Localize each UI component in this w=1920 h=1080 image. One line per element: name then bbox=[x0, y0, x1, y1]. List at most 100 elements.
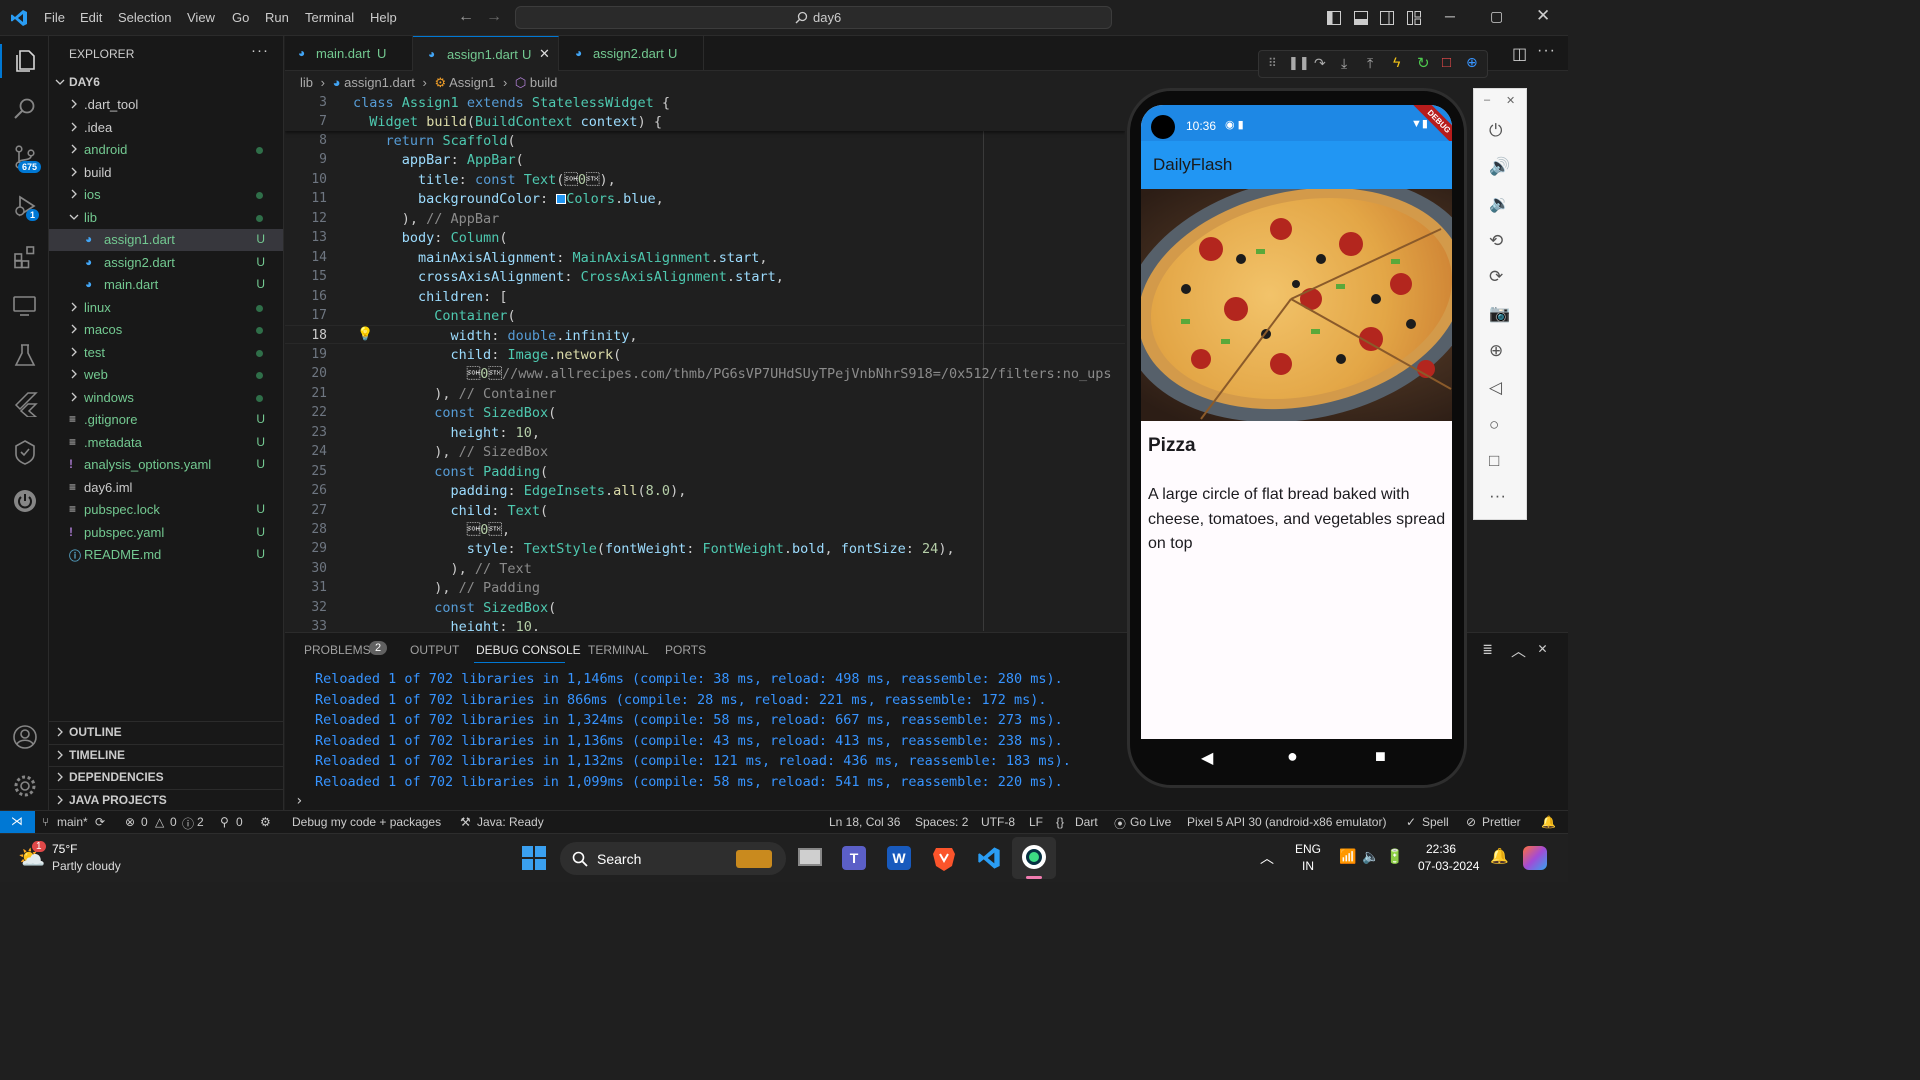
remote-explorer-icon[interactable] bbox=[12, 293, 38, 319]
code-line[interactable]: title: const Text(0), bbox=[353, 172, 616, 188]
customize-layout-icon[interactable] bbox=[1407, 11, 1421, 25]
tree-item[interactable]: .idea bbox=[49, 117, 283, 139]
more-actions-icon[interactable]: ··· bbox=[251, 42, 269, 59]
explorer-icon[interactable] bbox=[12, 48, 38, 74]
language-region[interactable]: IN bbox=[1302, 859, 1314, 873]
tray-overflow-icon[interactable]: ︿ bbox=[1260, 848, 1274, 868]
code-line[interactable]: appBar: AppBar( bbox=[353, 152, 524, 168]
menu-go[interactable]: Go bbox=[232, 10, 249, 25]
windows-start-icon[interactable] bbox=[522, 846, 546, 870]
menu-file[interactable]: File bbox=[44, 10, 65, 25]
tree-item[interactable]: test bbox=[49, 342, 283, 364]
code-line[interactable]: child: Text( bbox=[353, 503, 549, 519]
go-live[interactable]: Go Live bbox=[1130, 815, 1171, 829]
tree-item[interactable]: ≡ .gitignore U bbox=[49, 409, 283, 431]
volume-up-icon[interactable]: 🔊 bbox=[1489, 157, 1511, 179]
battery-icon[interactable]: 🔋 bbox=[1386, 848, 1403, 865]
tree-item[interactable]: ≡ .metadata U bbox=[49, 432, 283, 454]
tab-assign1-dart[interactable]: ◕ assign1.dart U ✕ bbox=[413, 36, 559, 71]
code-line[interactable]: const SizedBox( bbox=[353, 600, 556, 616]
power-icon[interactable]: ⏻ bbox=[1489, 121, 1511, 143]
error-count[interactable]: 0 bbox=[141, 815, 148, 829]
taskbar-search[interactable]: Search bbox=[560, 842, 786, 875]
settings-gear-icon[interactable] bbox=[12, 773, 38, 799]
tree-item[interactable]: ! pubspec.yaml U bbox=[49, 522, 283, 544]
code-line[interactable]: body: Column( bbox=[353, 230, 508, 246]
overview-icon[interactable]: □ bbox=[1489, 451, 1511, 473]
indentation[interactable]: Spaces: 2 bbox=[915, 815, 968, 829]
code-line[interactable]: width: double.infinity, bbox=[353, 328, 638, 344]
tree-item[interactable]: ≡ day6.iml bbox=[49, 477, 283, 499]
split-editor-icon[interactable]: ◫ bbox=[1512, 44, 1527, 64]
tab-assign2-dart[interactable]: ◕ assign2.dart U bbox=[559, 36, 704, 71]
nav-home-icon[interactable]: ● bbox=[1287, 746, 1298, 767]
volume-down-icon[interactable]: 🔉 bbox=[1489, 194, 1511, 216]
search-icon[interactable] bbox=[12, 96, 38, 122]
tree-item[interactable]: android bbox=[49, 139, 283, 161]
code-line[interactable]: ), // Padding bbox=[353, 580, 540, 596]
volume-icon[interactable]: 🔈 bbox=[1362, 848, 1379, 865]
tree-item[interactable]: ⓘ README.md U bbox=[49, 544, 283, 566]
menu-terminal[interactable]: Terminal bbox=[305, 10, 354, 25]
code-line[interactable]: const Padding( bbox=[353, 464, 548, 480]
tree-item[interactable]: ! analysis_options.yaml U bbox=[49, 454, 283, 476]
camera-icon[interactable]: 📷 bbox=[1489, 304, 1511, 326]
menu-edit[interactable]: Edit bbox=[80, 10, 102, 25]
forward-arrow-icon[interactable]: → bbox=[486, 8, 502, 26]
code-line[interactable]: ), // Container bbox=[353, 386, 556, 402]
toggle-secondary-sidebar-icon[interactable] bbox=[1380, 11, 1394, 25]
panel-tab-problems[interactable]: PROBLEMS bbox=[304, 643, 371, 657]
tree-item[interactable]: macos bbox=[49, 319, 283, 341]
copilot-icon[interactable] bbox=[12, 439, 38, 465]
close-window-icon[interactable]: ✕ bbox=[1536, 6, 1550, 26]
minimize-window-icon[interactable]: ─ bbox=[1445, 8, 1455, 24]
code-line[interactable]: Widget build(BuildContext context) { bbox=[353, 114, 662, 130]
vscode-taskbar-icon[interactable] bbox=[977, 846, 1001, 870]
code-line[interactable]: mainAxisAlignment: MainAxisAlignment.sta… bbox=[353, 250, 768, 266]
maximize-panel-icon[interactable]: ︿ bbox=[1511, 640, 1526, 661]
task-view-icon[interactable] bbox=[798, 848, 822, 866]
remote-indicator[interactable]: ⋊ bbox=[0, 811, 35, 833]
tree-item[interactable]: ≡ pubspec.lock U bbox=[49, 499, 283, 521]
language-mode[interactable]: Dart bbox=[1075, 815, 1098, 829]
code-line[interactable]: padding: EdgeInsets.all(8.0), bbox=[353, 483, 687, 499]
code-line[interactable]: 0, bbox=[353, 522, 510, 538]
tree-item[interactable]: windows bbox=[49, 387, 283, 409]
code-line[interactable]: return Scaffold( bbox=[353, 133, 516, 149]
menu-selection[interactable]: Selection bbox=[118, 10, 171, 25]
java-status[interactable]: Java: Ready bbox=[477, 815, 544, 829]
warning-count[interactable]: 0 bbox=[170, 815, 177, 829]
code-line[interactable]: children: [ bbox=[353, 289, 507, 305]
tree-item[interactable]: linux bbox=[49, 297, 283, 319]
maximize-window-icon[interactable]: ▢ bbox=[1490, 8, 1503, 25]
flutter-icon[interactable] bbox=[12, 391, 38, 417]
code-line[interactable]: height: 10, bbox=[353, 619, 540, 631]
code-line[interactable]: 0//www.allrecipes.com/thmb/PG6sVP7UHdS… bbox=[353, 366, 1112, 382]
menu-run[interactable]: Run bbox=[265, 10, 289, 25]
zoom-icon[interactable]: ⊕ bbox=[1489, 341, 1511, 363]
cursor-position[interactable]: Ln 18, Col 36 bbox=[829, 815, 900, 829]
encoding[interactable]: UTF-8 bbox=[981, 815, 1015, 829]
tree-item[interactable]: ios bbox=[49, 184, 283, 206]
panel-tab-output[interactable]: OUTPUT bbox=[410, 643, 459, 657]
tree-item[interactable]: lib bbox=[49, 207, 283, 229]
breadcrumb-root[interactable]: lib bbox=[300, 75, 313, 90]
drag-handle-icon[interactable]: ⠿ bbox=[1268, 56, 1277, 70]
step-out-icon[interactable]: ⤒ bbox=[1367, 55, 1373, 72]
line-ending[interactable]: LF bbox=[1029, 815, 1043, 829]
device-selector[interactable]: Pixel 5 API 30 (android-x86 emulator) bbox=[1187, 815, 1386, 829]
breadcrumb-class[interactable]: Assign1 bbox=[449, 75, 495, 90]
info-count[interactable]: 2 bbox=[197, 815, 204, 829]
menu-view[interactable]: View bbox=[187, 10, 215, 25]
breadcrumb-file[interactable]: assign1.dart bbox=[344, 75, 415, 90]
home-icon[interactable]: ○ bbox=[1489, 415, 1511, 437]
notification-bell-icon[interactable]: 🔔 bbox=[1490, 847, 1509, 865]
command-center-search[interactable]: day6 bbox=[515, 6, 1112, 29]
panel-tab-ports[interactable]: PORTS bbox=[665, 643, 706, 657]
emulator-taskbar-button[interactable] bbox=[1012, 837, 1056, 879]
code-line[interactable]: Container( bbox=[353, 308, 515, 324]
rotate-left-icon[interactable]: ⟲ bbox=[1489, 231, 1511, 253]
account-icon[interactable] bbox=[12, 724, 38, 750]
nav-back-icon[interactable]: ◀ bbox=[1201, 748, 1213, 768]
toggle-panel-icon[interactable] bbox=[1354, 11, 1368, 25]
